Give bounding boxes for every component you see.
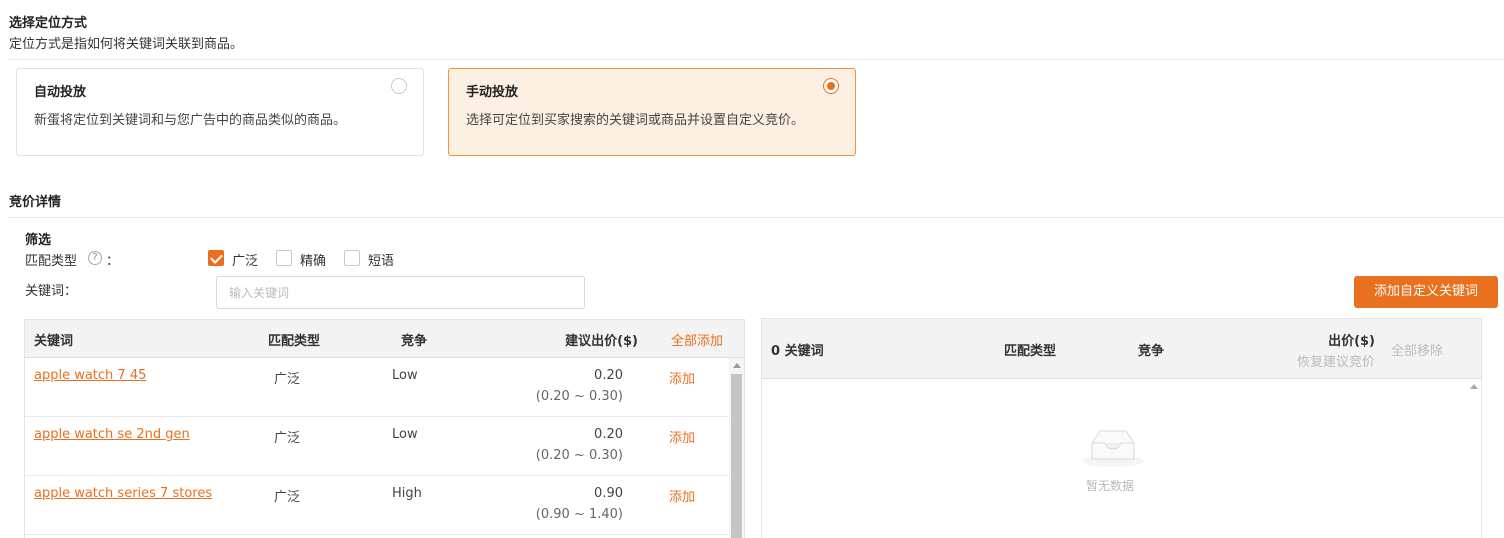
broad-label[interactable]: 广泛 — [232, 250, 258, 269]
header-keyword-count: 0 关键词 — [771, 344, 824, 359]
bid-range-cell: (0.20 ~ 0.30) — [535, 448, 623, 463]
bid-cell: 0.20 — [594, 368, 623, 383]
auto-targeting-title: 自动投放 — [34, 85, 87, 100]
exact-label[interactable]: 精确 — [300, 250, 326, 269]
scrollbar[interactable] — [1466, 379, 1481, 538]
targeting-description: 定位方式是指如何将关键词关联到商品。 — [9, 37, 244, 52]
match-type-cell: 广泛 — [274, 431, 301, 446]
phrase-checkbox[interactable] — [344, 250, 360, 266]
manual-targeting-title: 手动投放 — [466, 85, 519, 100]
table-row: apple watch se 2nd gen 广泛 Low 0.20 (0.20… — [25, 417, 729, 476]
header-suggested-bid: 建议出价($) — [565, 334, 638, 349]
keyword-label: 关键词： — [25, 284, 78, 299]
keyword-link[interactable]: apple watch se 2nd gen — [34, 427, 190, 442]
divider — [9, 217, 1504, 218]
broad-checkbox[interactable] — [208, 250, 224, 266]
table-row: apple watch series 7 stores 广泛 High 0.90… — [25, 476, 729, 535]
add-keyword-button[interactable]: 添加 — [669, 490, 695, 505]
scrollbar-thumb[interactable] — [731, 374, 742, 538]
auto-targeting-description: 新蛋将定位到关键词和与您广告中的商品类似的商品。 — [34, 113, 347, 128]
competition-cell: Low — [392, 427, 418, 442]
competition-cell: High — [392, 486, 422, 501]
scroll-up-arrow-icon[interactable] — [1470, 384, 1478, 389]
add-keyword-button[interactable]: 添加 — [669, 431, 695, 446]
add-all-button[interactable]: 全部添加 — [671, 330, 723, 349]
table-row: apple watch 7 45 广泛 Low 0.20 (0.20 ~ 0.3… — [25, 358, 729, 417]
selected-keywords-table: 0 关键词 匹配类型 竞争 出价($) 恢复建议竞价 全部移除 暂无数据 — [761, 318, 1482, 538]
competition-cell: Low — [392, 368, 418, 383]
header-competition: 竞争 — [1138, 344, 1165, 359]
header-competition: 竞争 — [401, 334, 428, 349]
empty-state-text: 暂无数据 — [1086, 479, 1135, 493]
divider — [9, 59, 1504, 60]
targeting-title: 选择定位方式 — [9, 16, 88, 31]
scroll-up-arrow-icon[interactable] — [733, 363, 741, 368]
bid-cell: 0.90 — [594, 486, 623, 501]
bidding-title: 竞价详情 — [9, 195, 62, 210]
auto-targeting-radio[interactable] — [391, 78, 407, 94]
match-type-cell: 广泛 — [274, 490, 301, 505]
scrollbar[interactable] — [729, 358, 744, 538]
match-type-cell: 广泛 — [274, 372, 301, 387]
keyword-input[interactable] — [217, 277, 584, 308]
remove-all-button[interactable]: 全部移除 — [1391, 340, 1443, 359]
restore-suggested-bid-button[interactable]: 恢复建议竞价 — [1297, 351, 1375, 370]
add-custom-keyword-button[interactable]: 添加自定义关键词 — [1354, 276, 1498, 308]
suggested-keywords-table: 关键词 匹配类型 竞争 建议出价($) 全部添加 apple watch 7 4… — [24, 319, 745, 538]
match-type-colon: ： — [106, 254, 120, 269]
manual-targeting-radio[interactable] — [823, 78, 839, 94]
empty-inbox-icon — [1080, 423, 1146, 469]
filter-title: 筛选 — [25, 233, 52, 248]
bid-range-cell: (0.90 ~ 1.40) — [535, 507, 623, 522]
help-icon[interactable]: ? — [88, 251, 102, 265]
auto-targeting-card[interactable]: 自动投放 新蛋将定位到关键词和与您广告中的商品类似的商品。 — [16, 68, 424, 156]
keyword-search-field[interactable] — [216, 276, 585, 309]
header-match-type: 匹配类型 — [1004, 344, 1057, 359]
header-bid: 出价($) — [1328, 334, 1375, 349]
manual-targeting-description: 选择可定位到买家搜索的关键词或商品并设置自定义竞价。 — [466, 113, 805, 128]
match-type-label: 匹配类型 — [25, 254, 78, 269]
add-keyword-button[interactable]: 添加 — [669, 372, 695, 387]
header-keyword: 关键词 — [34, 334, 74, 349]
header-match-type: 匹配类型 — [268, 334, 321, 349]
manual-targeting-card[interactable]: 手动投放 选择可定位到买家搜索的关键词或商品并设置自定义竞价。 — [448, 68, 856, 156]
table-header: 0 关键词 匹配类型 竞争 出价($) 恢复建议竞价 全部移除 — [762, 319, 1481, 379]
table-header: 关键词 匹配类型 竞争 建议出价($) 全部添加 — [25, 320, 744, 358]
phrase-label[interactable]: 短语 — [368, 250, 394, 269]
bid-range-cell: (0.20 ~ 0.30) — [535, 389, 623, 404]
bid-cell: 0.20 — [594, 427, 623, 442]
exact-checkbox[interactable] — [276, 250, 292, 266]
keyword-link[interactable]: apple watch 7 45 — [34, 368, 146, 383]
keyword-link[interactable]: apple watch series 7 stores — [34, 486, 212, 501]
